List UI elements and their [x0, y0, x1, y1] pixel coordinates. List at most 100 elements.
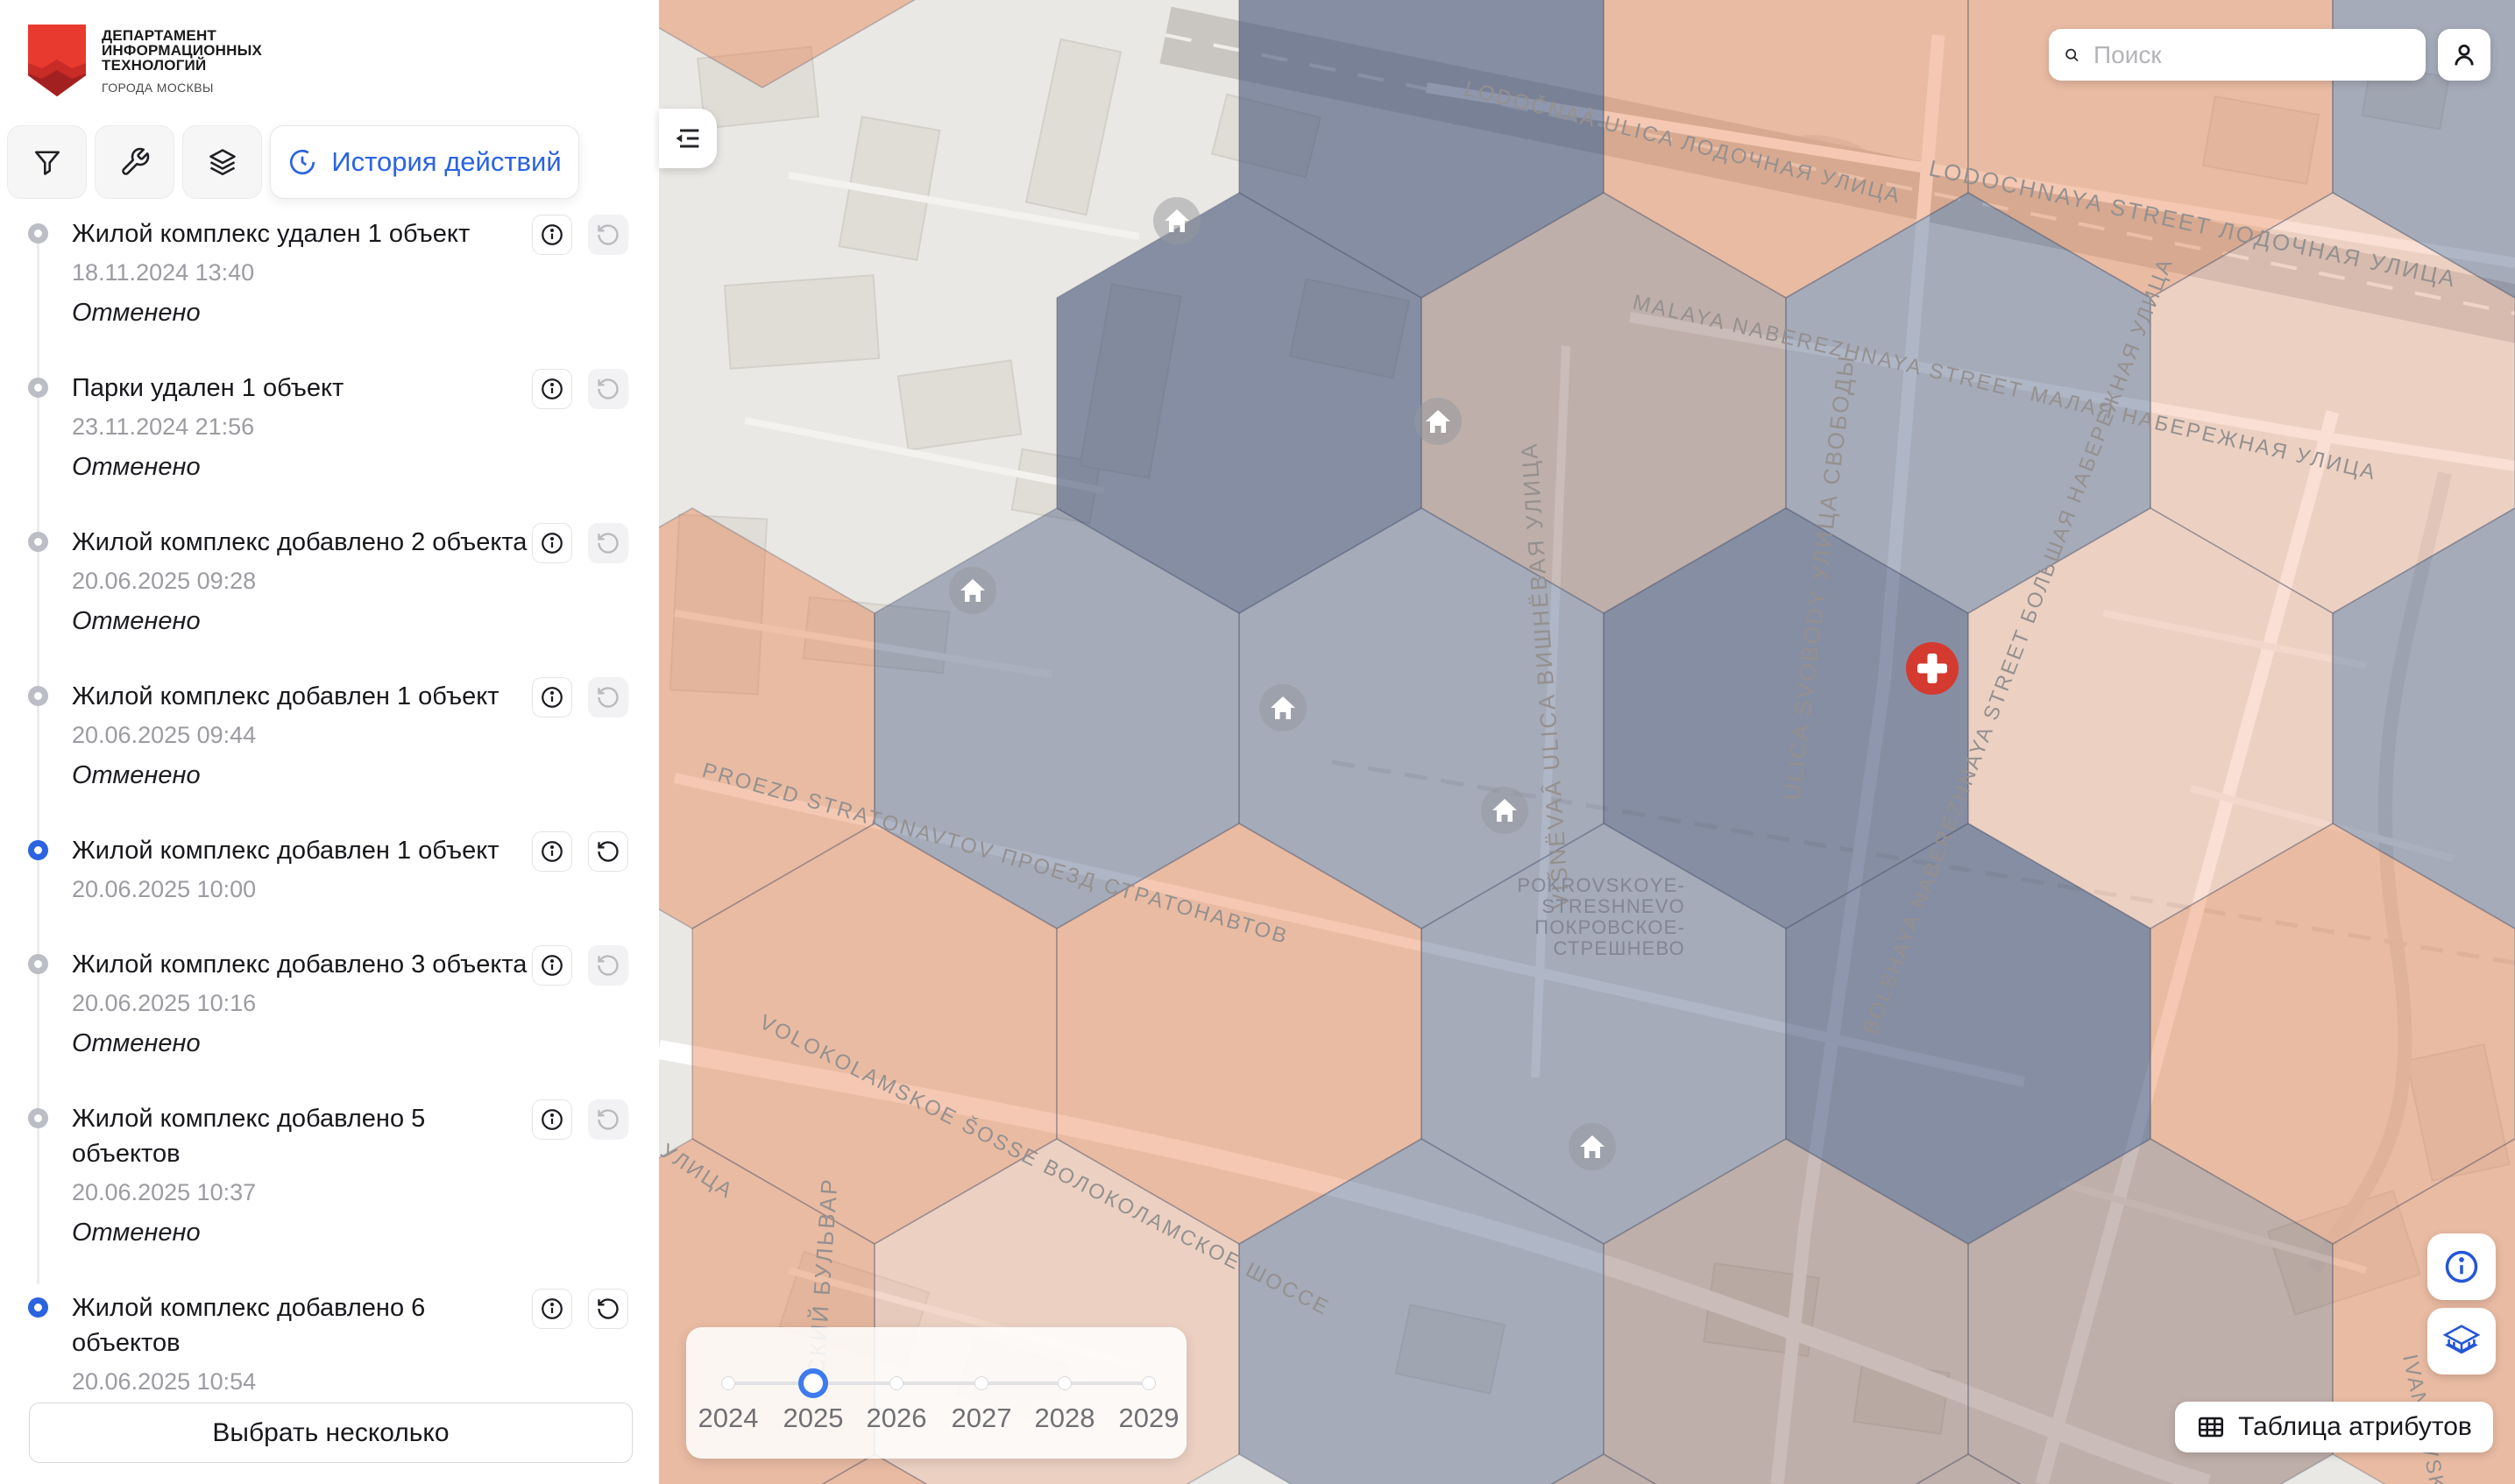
- undo-icon: [595, 952, 621, 979]
- history-item-title: Жилой комплекс добавлено 5 объектов: [72, 1101, 528, 1171]
- history-info-button[interactable]: [532, 215, 572, 255]
- history-item: Парки удален 1 объект23.11.2024 21:56Отм…: [0, 371, 659, 484]
- house-marker[interactable]: [1569, 1123, 1616, 1170]
- history-item-bullet[interactable]: [28, 1297, 48, 1318]
- select-multiple-button[interactable]: Выбрать несколько: [29, 1403, 633, 1463]
- red-cross-marker[interactable]: [1906, 642, 1959, 695]
- timeline-track[interactable]: [728, 1382, 1149, 1385]
- clock-icon: [287, 147, 317, 177]
- history-info-button[interactable]: [532, 523, 572, 563]
- sidebar-collapse-button[interactable]: [659, 109, 717, 168]
- history-item: Жилой комплекс добавлено 2 объекта20.06.…: [0, 525, 659, 639]
- timeline-year-label[interactable]: 2027: [952, 1403, 1012, 1434]
- attribute-table-button[interactable]: Таблица атрибутов: [2175, 1402, 2493, 1452]
- history-item-bullet[interactable]: [28, 954, 48, 974]
- layers-icon: [207, 146, 238, 178]
- search-box: [2049, 29, 2426, 81]
- info-icon: [539, 838, 565, 865]
- timeline-dot-selected[interactable]: [798, 1368, 828, 1398]
- house-marker[interactable]: [1481, 787, 1528, 834]
- map-svg[interactable]: LODOČNAÂ ULICA ЛОДОЧНАЯ УЛИЦАLODOCHNAYA …: [659, 0, 2515, 1484]
- tab-layers[interactable]: [182, 125, 262, 199]
- history-undo-button[interactable]: [588, 1099, 628, 1140]
- map-info-button[interactable]: [2427, 1233, 2496, 1300]
- history-item-bullet[interactable]: [28, 223, 48, 244]
- user-button[interactable]: [2438, 29, 2490, 81]
- history-item: Жилой комплекс добавлено 5 объектов20.06…: [0, 1101, 659, 1250]
- history-undo-button[interactable]: [588, 945, 628, 986]
- timeline-dot[interactable]: [975, 1377, 988, 1389]
- search-icon: [2063, 42, 2081, 68]
- history-item-status: Отменено: [72, 1026, 659, 1061]
- timeline-year-label[interactable]: 2026: [867, 1403, 927, 1434]
- sidebar-tabs: История действий: [7, 125, 579, 199]
- history-item-date: 20.06.2025 09:44: [72, 717, 659, 753]
- history-item-status: Отменено: [72, 758, 659, 793]
- logo-line: ДЕПАРТАМЕНТ: [102, 28, 262, 43]
- timeline-year-label[interactable]: 2029: [1119, 1403, 1180, 1434]
- dit-moscow-logo-icon: [28, 25, 86, 96]
- history-undo-button[interactable]: [588, 831, 628, 872]
- history-undo-button[interactable]: [588, 1289, 628, 1329]
- timeline-dot[interactable]: [1059, 1377, 1071, 1389]
- tab-history-label: История действий: [331, 146, 561, 178]
- timeline-dot[interactable]: [722, 1377, 734, 1389]
- house-marker[interactable]: [1414, 398, 1462, 445]
- timeline-year-label[interactable]: 2025: [783, 1403, 844, 1434]
- undo-icon: [595, 684, 621, 710]
- history-item-title: Жилой комплекс добавлен 1 объект: [72, 679, 528, 714]
- history-undo-button[interactable]: [588, 523, 628, 563]
- history-undo-button[interactable]: [588, 369, 628, 409]
- map-3d-layers-button[interactable]: [2427, 1308, 2496, 1374]
- history-item-bullet[interactable]: [28, 686, 48, 706]
- search-input[interactable]: [2092, 40, 2412, 70]
- history-info-button[interactable]: [532, 1099, 572, 1140]
- house-marker[interactable]: [1259, 684, 1307, 731]
- tab-history[interactable]: История действий: [270, 125, 579, 199]
- info-icon: [539, 1106, 565, 1133]
- timeline-year-label[interactable]: 2024: [698, 1403, 759, 1434]
- tab-tools[interactable]: [95, 125, 174, 199]
- history-undo-button[interactable]: [588, 215, 628, 255]
- history-item-status: Отменено: [72, 295, 659, 330]
- history-info-button[interactable]: [532, 945, 572, 986]
- house-marker[interactable]: [949, 567, 996, 614]
- history-item-bullet[interactable]: [28, 532, 48, 552]
- sidebar: ДЕПАРТАМЕНТ ИНФОРМАЦИОННЫХ ТЕХНОЛОГИЙ ГО…: [0, 0, 659, 1484]
- map-canvas[interactable]: LODOČNAÂ ULICA ЛОДОЧНАЯ УЛИЦАLODOCHNAYA …: [659, 0, 2515, 1484]
- info-icon: [539, 1296, 565, 1322]
- timeline-dot[interactable]: [890, 1377, 903, 1389]
- history-item-status: Отменено: [72, 1215, 659, 1250]
- logo-subtitle: ГОРОДА МОСКВЫ: [102, 81, 262, 95]
- history-info-button[interactable]: [532, 369, 572, 409]
- timeline-dot[interactable]: [1143, 1377, 1155, 1389]
- history-item-bullet[interactable]: [28, 1108, 48, 1128]
- history-item-title: Жилой комплекс добавлено 3 объекта: [72, 947, 528, 982]
- history-undo-button[interactable]: [588, 677, 628, 717]
- tab-filters[interactable]: [7, 125, 87, 199]
- table-icon: [2196, 1412, 2226, 1442]
- info-icon: [539, 376, 565, 402]
- info-icon: [539, 222, 565, 248]
- history-item-date: 23.11.2024 21:56: [72, 409, 659, 444]
- outdent-icon: [672, 123, 704, 154]
- undo-icon: [595, 838, 621, 865]
- timeline-year-label[interactable]: 2028: [1035, 1403, 1095, 1434]
- history-item-status: Отменено: [72, 604, 659, 639]
- year-timeline-panel: 2024 2025 2026 2027 2028 2029: [686, 1327, 1187, 1459]
- history-info-button[interactable]: [532, 831, 572, 872]
- user-icon: [2449, 40, 2479, 70]
- info-icon: [539, 684, 565, 710]
- house-marker[interactable]: [1153, 197, 1201, 244]
- history-info-button[interactable]: [532, 677, 572, 717]
- history-item-bullet[interactable]: [28, 378, 48, 398]
- attribute-table-label: Таблица атрибутов: [2238, 1412, 2472, 1442]
- history-item: Жилой комплекс добавлен 1 объект20.06.20…: [0, 833, 659, 907]
- history-item-date: 20.06.2025 09:28: [72, 563, 659, 598]
- history-item-title: Жилой комплекс добавлено 2 объекта: [72, 525, 528, 560]
- history-item-bullet[interactable]: [28, 840, 48, 860]
- logo-line: ИНФОРМАЦИОННЫХ: [102, 43, 262, 58]
- history-list: Жилой комплекс удален 1 объект18.11.2024…: [0, 216, 659, 1439]
- history-info-button[interactable]: [532, 1289, 572, 1329]
- info-icon: [539, 530, 565, 556]
